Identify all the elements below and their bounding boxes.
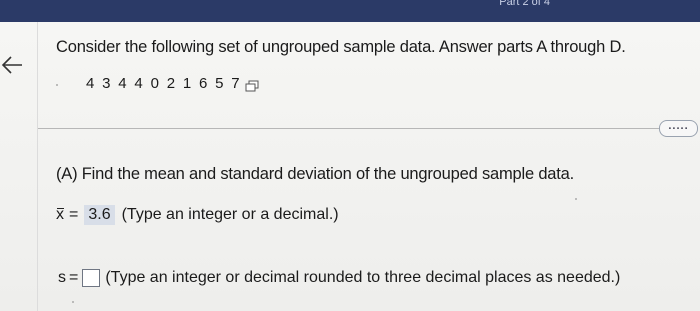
mean-answer-row: x = 3.6 (Type an integer or a decimal.) [56, 203, 339, 227]
mean-symbol: x [56, 206, 64, 223]
sd-equals: = [69, 269, 79, 286]
back-arrow-icon[interactable] [0, 52, 26, 78]
data-value: 0 [150, 74, 159, 92]
mean-equals: = [69, 206, 79, 223]
part-a-prompt: (A) Find the mean and standard deviation… [56, 165, 575, 183]
question-panel: Consider the following set of ungrouped … [0, 22, 700, 311]
data-value: 1 [182, 74, 192, 92]
section-divider [38, 128, 660, 129]
sd-hint: (Type an integer or decimal rounded to t… [105, 269, 621, 286]
data-value: 5 [215, 74, 224, 92]
data-value: 4 [86, 74, 95, 92]
data-set: 4 3 4 4 0 2 1 6 5 7 [86, 73, 259, 93]
top-bar: Part 2 of 4 [0, 0, 700, 22]
data-value: 2 [166, 74, 176, 92]
decor-dot [72, 301, 74, 303]
expand-more-button[interactable]: ..... [659, 120, 698, 137]
left-divider [37, 22, 38, 311]
top-bar-label: Part 2 of 4 [499, 0, 550, 8]
data-value: 4 [118, 74, 127, 92]
data-value: 3 [102, 74, 111, 92]
data-value: 6 [198, 74, 208, 92]
decor-dot [56, 84, 58, 86]
copy-data-icon[interactable] [245, 79, 259, 92]
sd-answer-row: s = (Type an integer or decimal rounded … [58, 266, 620, 290]
data-value: 7 [231, 74, 240, 92]
decor-dot [575, 198, 577, 200]
mean-hint: (Type an integer or a decimal.) [121, 206, 339, 223]
sd-symbol: s [58, 269, 66, 286]
data-value: 4 [134, 74, 143, 92]
sd-answer-input[interactable] [82, 269, 101, 287]
mean-answer-value[interactable]: 3.6 [84, 205, 115, 225]
question-prompt: Consider the following set of ungrouped … [56, 38, 626, 56]
